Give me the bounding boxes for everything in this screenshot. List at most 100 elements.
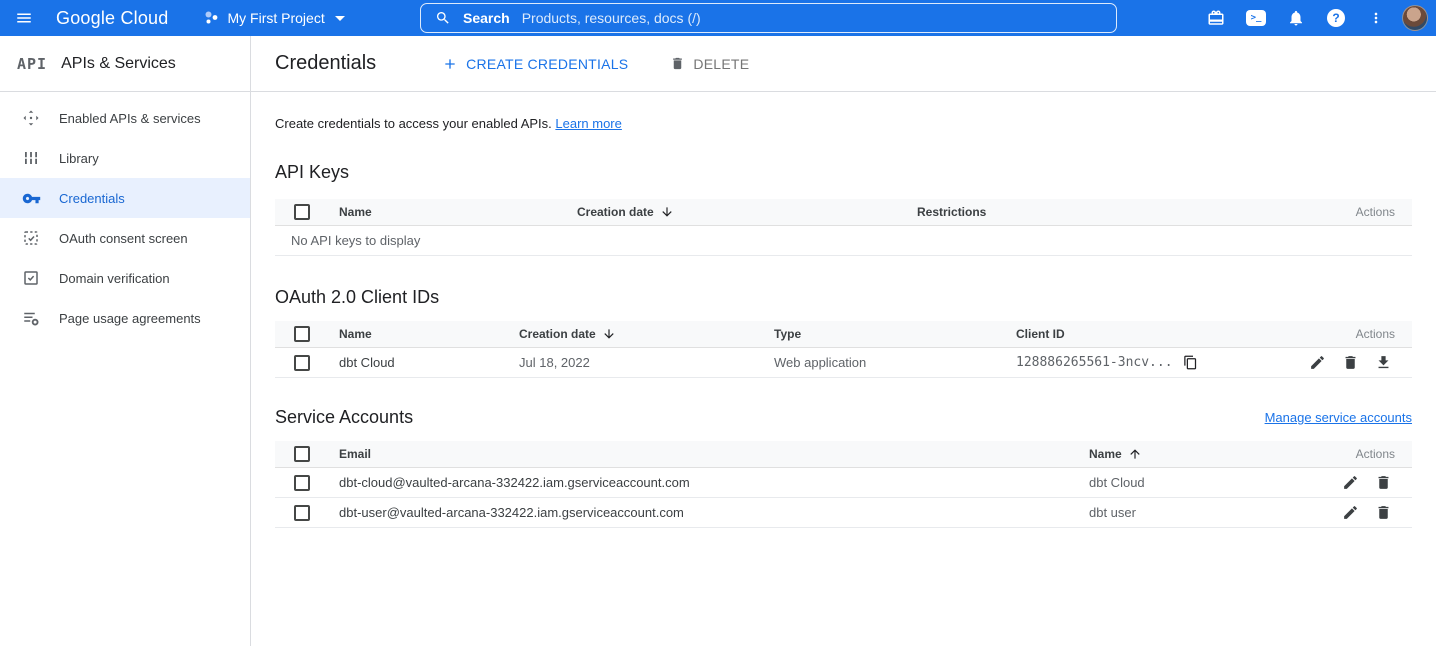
select-all-checkbox[interactable] <box>294 204 310 220</box>
api-badge-icon: API <box>17 55 47 73</box>
project-name: My First Project <box>227 10 324 26</box>
sidebar-item-library[interactable]: Library <box>0 138 250 178</box>
column-header-restrictions[interactable]: Restrictions <box>917 205 1292 219</box>
select-all-checkbox[interactable] <box>294 446 310 462</box>
copy-icon[interactable] <box>1183 355 1198 370</box>
project-selector[interactable]: My First Project <box>204 10 344 26</box>
sidebar-header: API APIs & Services <box>0 36 250 92</box>
sort-ascending-icon[interactable] <box>1128 447 1142 461</box>
create-credentials-button[interactable]: CREATE CREDENTIALS <box>434 50 636 78</box>
column-header-creation-date[interactable]: Creation date <box>519 327 596 341</box>
domain-verification-icon <box>21 268 41 288</box>
sidebar-item-credentials[interactable]: Credentials <box>0 178 250 218</box>
table-row: dbt Cloud Jul 18, 2022 Web application 1… <box>275 348 1412 378</box>
api-keys-table-header: Name Creation date Restrictions Actions <box>275 199 1412 226</box>
sidebar-item-label: Enabled APIs & services <box>59 111 201 126</box>
api-keys-empty-message: No API keys to display <box>275 226 1412 256</box>
sidebar-item-domain-verification[interactable]: Domain verification <box>0 258 250 298</box>
oauth-client-ids-heading: OAuth 2.0 Client IDs <box>275 287 1412 308</box>
learn-more-link[interactable]: Learn more <box>555 116 621 131</box>
sort-descending-icon[interactable] <box>602 327 616 341</box>
sidebar-item-label: Library <box>59 151 99 166</box>
logo-text: Google Cloud <box>56 8 168 28</box>
menu-icon[interactable] <box>0 0 48 36</box>
trash-icon <box>670 56 685 71</box>
column-header-name[interactable]: Name <box>1089 447 1122 461</box>
column-header-actions: Actions <box>1292 205 1412 219</box>
column-header-name[interactable]: Name <box>339 205 577 219</box>
column-header-actions: Actions <box>1292 327 1412 341</box>
column-header-name[interactable]: Name <box>339 327 519 341</box>
agreements-icon <box>21 308 41 328</box>
sort-descending-icon[interactable] <box>660 205 674 219</box>
sidebar-item-page-usage-agreements[interactable]: Page usage agreements <box>0 298 250 338</box>
sidebar: API APIs & Services Enabled APIs & servi… <box>0 36 251 646</box>
sidebar-item-label: OAuth consent screen <box>59 231 188 246</box>
sidebar-item-label: Page usage agreements <box>59 311 201 326</box>
select-all-checkbox[interactable] <box>294 326 310 342</box>
google-cloud-logo[interactable]: Google Cloud <box>56 8 168 29</box>
service-accounts-table: Email Name Actions dbt-cloud@vaulted-arc… <box>275 441 1412 528</box>
api-keys-heading: API Keys <box>275 162 1412 183</box>
oauth-client-name: dbt Cloud <box>339 355 519 370</box>
column-header-email[interactable]: Email <box>339 447 1089 461</box>
delete-button[interactable]: DELETE <box>662 50 757 78</box>
oauth-table-header: Name Creation date Type Client ID Action… <box>275 321 1412 348</box>
search-icon <box>435 10 451 26</box>
avatar[interactable] <box>1402 5 1428 31</box>
delete-trash-icon[interactable] <box>1375 504 1392 521</box>
service-account-name: dbt user <box>1089 505 1292 520</box>
oauth-client-id-value: 128886265561-3ncv... <box>1016 355 1173 370</box>
consent-screen-icon <box>21 228 41 248</box>
intro-sentence: Create credentials to access your enable… <box>275 116 552 131</box>
edit-pencil-icon[interactable] <box>1342 504 1359 521</box>
oauth-table: Name Creation date Type Client ID Action… <box>275 321 1412 378</box>
create-credentials-label: CREATE CREDENTIALS <box>466 56 628 72</box>
sidebar-item-oauth-consent[interactable]: OAuth consent screen <box>0 218 250 258</box>
column-header-client-id[interactable]: Client ID <box>1016 327 1292 341</box>
column-header-type[interactable]: Type <box>774 327 1016 341</box>
cloud-shell-glyph: >_ <box>1246 10 1266 26</box>
oauth-client-creation-date: Jul 18, 2022 <box>519 355 774 370</box>
sidebar-title: APIs & Services <box>61 55 176 73</box>
delete-trash-icon[interactable] <box>1342 354 1359 371</box>
column-header-creation-date[interactable]: Creation date <box>577 205 654 219</box>
sidebar-item-label: Domain verification <box>59 271 170 286</box>
page-toolbar: Credentials CREATE CREDENTIALS DELETE <box>251 36 1436 92</box>
table-row: dbt-cloud@vaulted-arcana-332422.iam.gser… <box>275 468 1412 498</box>
oauth-client-type: Web application <box>774 355 1016 370</box>
edit-pencil-icon[interactable] <box>1309 354 1326 371</box>
row-checkbox[interactable] <box>294 355 310 371</box>
enabled-apis-icon <box>21 108 41 128</box>
chevron-down-icon <box>335 16 345 21</box>
help-glyph: ? <box>1327 9 1345 27</box>
service-accounts-heading: Service Accounts <box>275 407 413 428</box>
gift-icon[interactable] <box>1202 4 1230 32</box>
row-checkbox[interactable] <box>294 475 310 491</box>
page-title: Credentials <box>275 52 376 75</box>
notifications-bell-icon[interactable] <box>1282 4 1310 32</box>
download-icon[interactable] <box>1375 354 1392 371</box>
intro-text: Create credentials to access your enable… <box>275 116 1412 131</box>
edit-pencil-icon[interactable] <box>1342 474 1359 491</box>
project-switcher-icon <box>204 10 220 26</box>
api-keys-table: Name Creation date Restrictions Actions … <box>275 199 1412 256</box>
sidebar-item-label: Credentials <box>59 191 125 206</box>
delete-label: DELETE <box>693 56 749 72</box>
library-icon <box>21 148 41 168</box>
service-account-email: dbt-user@vaulted-arcana-332422.iam.gserv… <box>339 505 1089 520</box>
more-vert-icon[interactable] <box>1362 4 1390 32</box>
manage-service-accounts-link[interactable]: Manage service accounts <box>1265 410 1412 425</box>
cloud-shell-icon[interactable]: >_ <box>1242 4 1270 32</box>
help-icon[interactable]: ? <box>1322 4 1350 32</box>
key-icon <box>21 188 41 208</box>
delete-trash-icon[interactable] <box>1375 474 1392 491</box>
service-account-name: dbt Cloud <box>1089 475 1292 490</box>
table-row: dbt-user@vaulted-arcana-332422.iam.gserv… <box>275 498 1412 528</box>
sidebar-item-enabled-apis[interactable]: Enabled APIs & services <box>0 98 250 138</box>
search-input[interactable]: Search Products, resources, docs (/) <box>420 3 1117 33</box>
search-placeholder: Products, resources, docs (/) <box>522 10 701 26</box>
column-header-actions: Actions <box>1292 447 1412 461</box>
row-checkbox[interactable] <box>294 505 310 521</box>
service-account-email: dbt-cloud@vaulted-arcana-332422.iam.gser… <box>339 475 1089 490</box>
